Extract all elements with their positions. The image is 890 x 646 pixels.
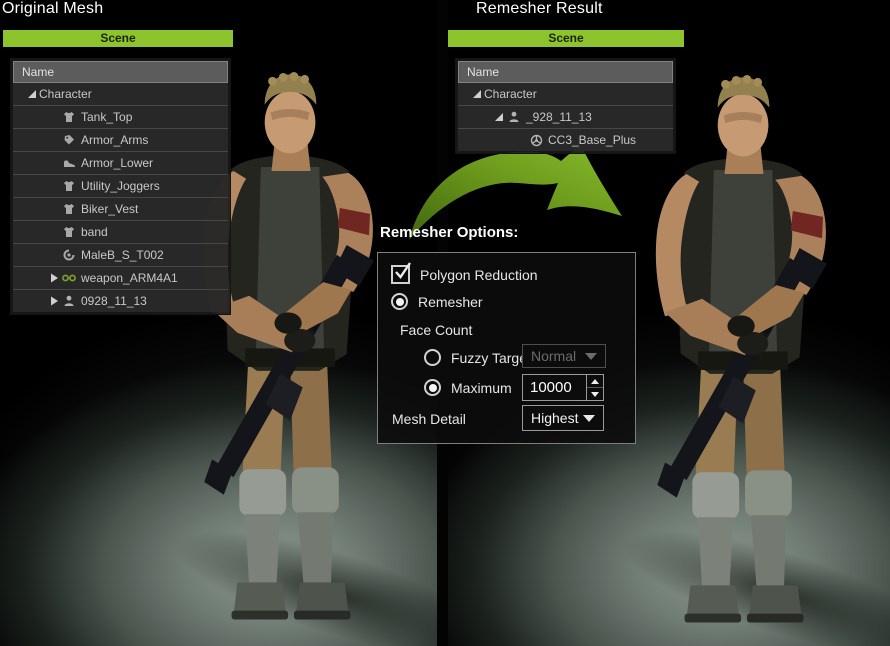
scene-tab-original[interactable]: Scene [3,30,233,47]
tree-row-label: _928_11_13 [526,110,592,124]
spin-down-button[interactable] [587,388,603,400]
tree-row-0928_11_13[interactable]: 0928_11_13 [13,290,228,312]
collapsed-twisty-icon[interactable] [47,296,61,306]
mesh-icon [528,134,544,147]
mesh-detail-label: Mesh Detail [392,411,466,427]
tree-row-_928_11_13[interactable]: _928_11_13 [458,106,673,129]
tree-rows: Character _928_11_13 CC3_Base_Plus [458,83,673,151]
remesher-options-dialog: Polygon Reduction Remesher Face Count Fu… [377,252,636,444]
fuzzy-target-label: Fuzzy Target [451,350,531,366]
tree-row-label: Armor_Lower [81,156,153,170]
shirt-icon [61,180,77,192]
polygon-reduction-row: Polygon Reduction [391,265,538,284]
tree-row-armor_lower[interactable]: Armor_Lower [13,152,228,175]
tree-name-column-header[interactable]: Name [13,61,228,83]
expanded-twisty-icon[interactable] [492,112,506,122]
tree-row-label: Biker_Vest [81,202,138,216]
maximum-label: Maximum [451,380,512,396]
tree-name-column-header[interactable]: Name [458,61,673,83]
tree-row-label: Utility_Joggers [81,179,160,193]
tree-row-label: Tank_Top [81,110,132,124]
fuzzy-target-row: Fuzzy Target [424,349,531,366]
tree-row-label: 0928_11_13 [81,294,147,308]
scene-tree-remeshed: Name Character _928_11_13 CC3_Base_Plus [455,58,676,154]
shirt-icon [61,203,77,215]
spin-up-button[interactable] [587,375,603,388]
tree-row-band[interactable]: band [13,221,228,244]
person-icon [61,295,77,307]
tree-row-weapon_arm4a1[interactable]: weapon_ARM4A1 [13,267,228,290]
tree-row-armor_arms[interactable]: Armor_Arms [13,129,228,152]
tree-row-biker_vest[interactable]: Biker_Vest [13,198,228,221]
tree-rows: Character Tank_Top Armor_Arms Armor_Lower Ut… [13,83,228,312]
tree-row-label: Armor_Arms [81,133,148,147]
checkmark-icon [394,261,414,281]
expanded-twisty-icon[interactable] [470,89,484,99]
tree-row-tank_top[interactable]: Tank_Top [13,106,228,129]
mesh-detail-value: Highest [531,410,578,426]
tree-row-label: band [81,225,108,239]
original-mesh-title: Original Mesh [2,0,103,18]
chevron-down-icon [583,415,595,422]
tree-row-character[interactable]: Character [13,83,228,106]
shirt-icon [61,226,77,238]
tree-row-utility_joggers[interactable]: Utility_Joggers [13,175,228,198]
fuzzy-target-dropdown[interactable]: Normal [522,344,606,368]
tree-row-cc3_base_plus[interactable]: CC3_Base_Plus [458,129,673,151]
polygon-reduction-label: Polygon Reduction [420,267,538,283]
remesher-comparison-screen: Original Mesh Remesher Result Scene Scen… [0,0,890,646]
maximum-face-count-value[interactable]: 10000 [523,375,586,400]
spin-up-icon [591,379,599,384]
remesher-options-title: Remesher Options: [380,224,518,241]
maximum-row: Maximum [424,379,512,396]
fuzzy-target-value: Normal [531,348,576,364]
spin-down-icon [591,392,599,397]
remesher-label: Remesher [418,294,483,310]
scene-tree-original: Name Character Tank_Top Armor_Arms Armor_Lo… [10,58,231,315]
expanded-twisty-icon[interactable] [25,89,39,99]
tree-row-maleb_s_t002[interactable]: MaleB_S_T002 [13,244,228,267]
tree-row-character[interactable]: Character [458,83,673,106]
hair-icon [61,249,77,261]
mesh-detail-dropdown[interactable]: Highest [522,405,604,431]
scene-tab-remeshed[interactable]: Scene [448,30,684,47]
maximum-radio[interactable] [424,379,441,396]
fuzzy-target-radio[interactable] [424,349,441,366]
person-icon [506,111,522,123]
tree-row-label: Character [39,87,92,101]
tree-row-label: CC3_Base_Plus [548,133,636,147]
shoe-icon [61,157,77,169]
collapsed-twisty-icon[interactable] [47,273,61,283]
maximum-face-count-input[interactable]: 10000 [522,374,604,401]
tree-row-label: Character [484,87,537,101]
polygon-reduction-checkbox[interactable] [391,265,410,284]
tag-icon [61,134,77,146]
tree-row-label: weapon_ARM4A1 [81,271,178,285]
chevron-down-icon [585,353,597,360]
glasses-icon [61,273,77,283]
remesher-radio[interactable] [391,293,408,310]
spinner-buttons[interactable] [586,375,603,400]
remesher-row: Remesher [391,293,483,310]
shirt-icon [61,111,77,123]
tree-row-label: MaleB_S_T002 [81,248,164,262]
remesher-result-title: Remesher Result [476,0,603,18]
face-count-label: Face Count [400,322,472,338]
